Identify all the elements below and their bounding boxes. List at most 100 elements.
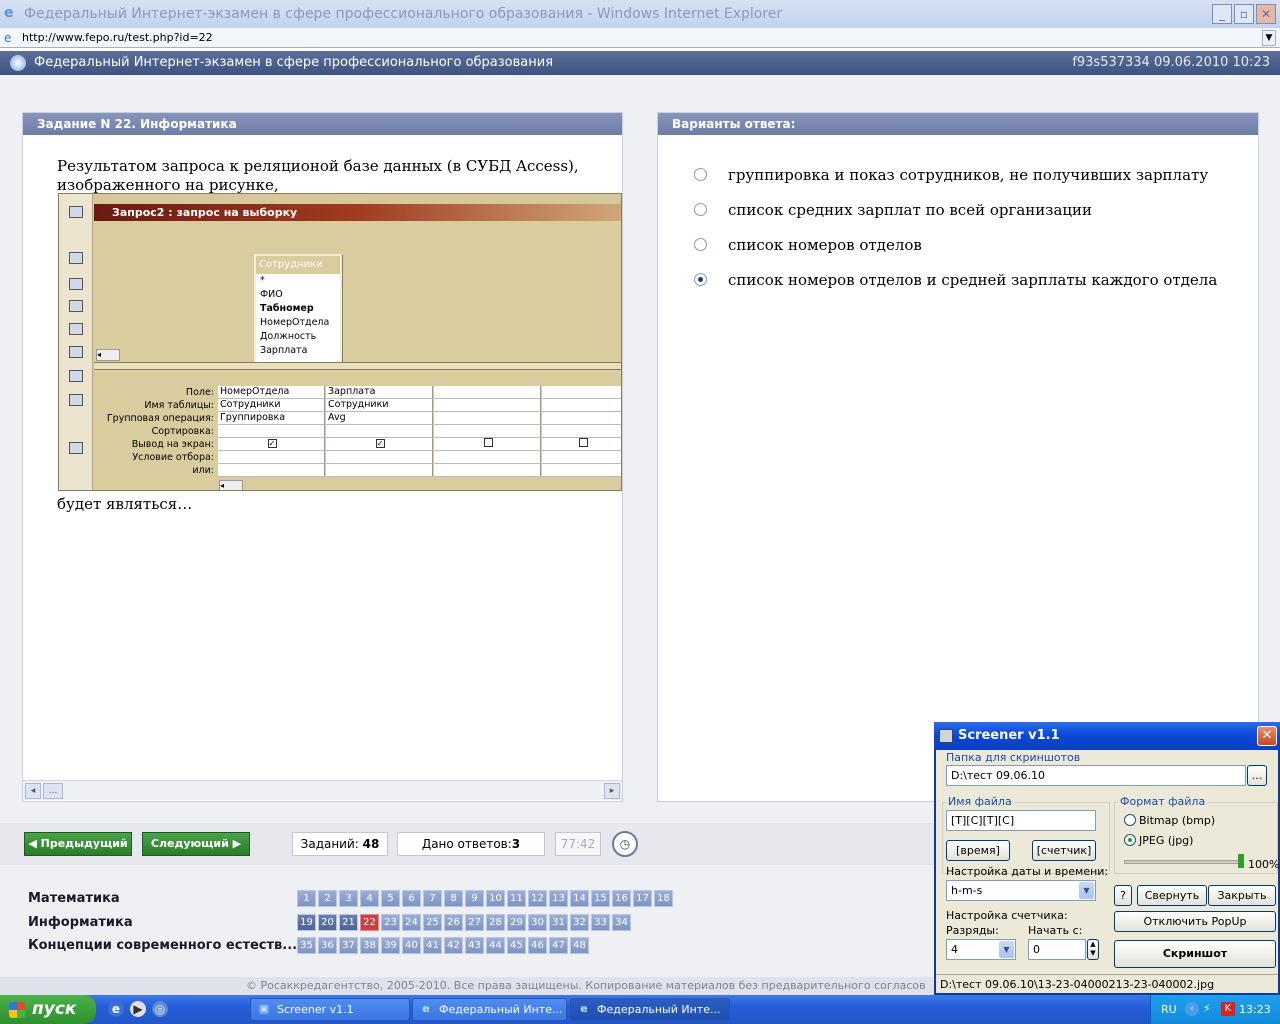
question-number-button[interactable]: 44 <box>486 937 505 954</box>
time-button[interactable]: [время] <box>946 840 1010 861</box>
address-dropdown-icon[interactable]: ▼ <box>1262 30 1276 46</box>
question-number-button[interactable]: 7 <box>423 890 442 907</box>
question-number-button[interactable]: 34 <box>612 914 631 931</box>
question-number-button[interactable]: 11 <box>507 890 526 907</box>
question-number-button[interactable]: 30 <box>528 914 547 931</box>
answer-option-1[interactable]: группировка и показ сотрудников, не полу… <box>694 165 1234 185</box>
question-number-button[interactable]: 23 <box>381 914 400 931</box>
question-number-button[interactable]: 9 <box>465 890 484 907</box>
question-number-button[interactable]: 17 <box>633 890 652 907</box>
filename-input[interactable]: [Т][С][Т][С] <box>946 810 1096 831</box>
question-number-button[interactable]: 2 <box>318 890 337 907</box>
question-number-button[interactable]: 35 <box>297 937 316 954</box>
question-number-button[interactable]: 48 <box>570 937 589 954</box>
question-number-button[interactable]: 29 <box>507 914 526 931</box>
quality-slider[interactable] <box>1124 860 1242 864</box>
question-number-button[interactable]: 15 <box>591 890 610 907</box>
question-number-button[interactable]: 36 <box>318 937 337 954</box>
network-icon[interactable]: ⚡ <box>1203 1002 1217 1016</box>
task-screener[interactable]: ▣ Screener v1.1 <box>250 998 410 1021</box>
question-number-button[interactable]: 5 <box>381 890 400 907</box>
question-number-button[interactable]: 4 <box>360 890 379 907</box>
question-number-button[interactable]: 3 <box>339 890 358 907</box>
question-number-button[interactable]: 13 <box>549 890 568 907</box>
question-number-button[interactable]: 20 <box>318 914 337 931</box>
question-number-button[interactable]: 37 <box>339 937 358 954</box>
scroll-thumb[interactable]: … <box>43 783 63 799</box>
start-from-input[interactable]: 0 <box>1028 939 1086 960</box>
antivirus-icon[interactable]: K <box>1221 1002 1235 1016</box>
question-number-button[interactable]: 38 <box>360 937 379 954</box>
previous-button[interactable]: ◀ Предыдущий <box>24 832 132 856</box>
stepper-icon[interactable]: ▲ ▼ <box>1087 939 1099 960</box>
answer-option-3[interactable]: список номеров отделов <box>694 235 1234 255</box>
close-button[interactable]: Закрыть <box>1208 885 1276 906</box>
screener-close-button[interactable]: ✕ <box>1257 726 1277 746</box>
media-player-icon[interactable]: ▶ <box>130 1001 146 1017</box>
question-number-button[interactable]: 10 <box>486 890 505 907</box>
question-number-button[interactable]: 40 <box>402 937 421 954</box>
digits-select[interactable]: 4 ▼ <box>946 939 1016 960</box>
question-number-button[interactable]: 28 <box>486 914 505 931</box>
disable-popup-button[interactable]: Отключить PopUp <box>1114 911 1276 932</box>
question-number-button[interactable]: 1 <box>297 890 316 907</box>
question-number-button[interactable]: 31 <box>549 914 568 931</box>
browse-button[interactable]: ... <box>1247 765 1267 786</box>
task-label: Федеральный Инте... <box>597 1003 721 1016</box>
next-button[interactable]: Следующий ▶ <box>142 832 250 856</box>
minimize-window-button[interactable]: _ <box>1212 4 1232 24</box>
format-jpg-radio[interactable] <box>1124 834 1136 846</box>
maximize-window-button[interactable]: ▫ <box>1234 4 1254 24</box>
digits-value: 4 <box>951 943 958 956</box>
task-ie-1[interactable]: e Федеральный Инте... <box>412 998 567 1021</box>
minimize-button[interactable]: Свернуть <box>1137 885 1207 906</box>
question-number-button[interactable]: 22 <box>360 914 379 931</box>
question-number-button[interactable]: 12 <box>528 890 547 907</box>
question-number-button[interactable]: 42 <box>444 937 463 954</box>
question-number-button[interactable]: 21 <box>339 914 358 931</box>
question-number-button[interactable]: 16 <box>612 890 631 907</box>
question-number-button[interactable]: 46 <box>528 937 547 954</box>
question-number-button[interactable]: 14 <box>570 890 589 907</box>
task-ie-2[interactable]: e Федеральный Инте... <box>570 998 730 1021</box>
question-number-button[interactable]: 6 <box>402 890 421 907</box>
question-number-button[interactable]: 41 <box>423 937 442 954</box>
answer-option-4[interactable]: список номеров отделов и средней зарплат… <box>694 270 1234 290</box>
question-number-button[interactable]: 47 <box>549 937 568 954</box>
question-number-button[interactable]: 19 <box>297 914 316 931</box>
datetime-select[interactable]: h-m-s ▼ <box>946 880 1096 901</box>
question-number-button[interactable]: 32 <box>570 914 589 931</box>
close-window-button[interactable]: ✕ <box>1256 4 1276 24</box>
folder-input[interactable]: D:\тест 09.06.10 <box>946 765 1246 786</box>
question-number-button[interactable]: 45 <box>507 937 526 954</box>
camera-icon: ▣ <box>258 1002 270 1015</box>
help-button[interactable]: ? <box>1114 885 1132 906</box>
scroll-left-icon[interactable]: ◂ <box>25 783 41 799</box>
messenger-icon[interactable]: ◎ <box>152 1001 168 1017</box>
answer-option-2[interactable]: список средних зарплат по всей организац… <box>694 200 1234 220</box>
question-number-button[interactable]: 33 <box>591 914 610 931</box>
screenshot-button[interactable]: Скриншот <box>1114 940 1276 968</box>
ie-quicklaunch-icon[interactable]: e <box>108 1001 124 1017</box>
question-number-button[interactable]: 26 <box>444 914 463 931</box>
radio-button[interactable] <box>694 273 707 286</box>
question-number-button[interactable]: 25 <box>423 914 442 931</box>
question-number-button[interactable]: 27 <box>465 914 484 931</box>
page-icon <box>69 346 83 358</box>
address-bar[interactable]: http://www.fepo.ru/test.php?id=22 <box>0 28 1280 48</box>
radio-button[interactable] <box>694 168 707 181</box>
back-icon[interactable]: ‹ <box>1185 1002 1199 1016</box>
counter-button[interactable]: [счетчик] <box>1032 840 1096 861</box>
language-indicator[interactable]: RU <box>1161 995 1177 1024</box>
question-scrollbar[interactable]: ◂ … ▸ <box>23 780 622 800</box>
radio-button[interactable] <box>694 203 707 216</box>
question-number-button[interactable]: 18 <box>654 890 673 907</box>
question-number-button[interactable]: 8 <box>444 890 463 907</box>
quality-slider-thumb[interactable] <box>1238 854 1244 868</box>
question-number-button[interactable]: 43 <box>465 937 484 954</box>
format-bmp-radio[interactable] <box>1124 814 1136 826</box>
radio-button[interactable] <box>694 238 707 251</box>
question-number-button[interactable]: 24 <box>402 914 421 931</box>
question-number-button[interactable]: 39 <box>381 937 400 954</box>
scroll-right-icon[interactable]: ▸ <box>604 783 620 799</box>
